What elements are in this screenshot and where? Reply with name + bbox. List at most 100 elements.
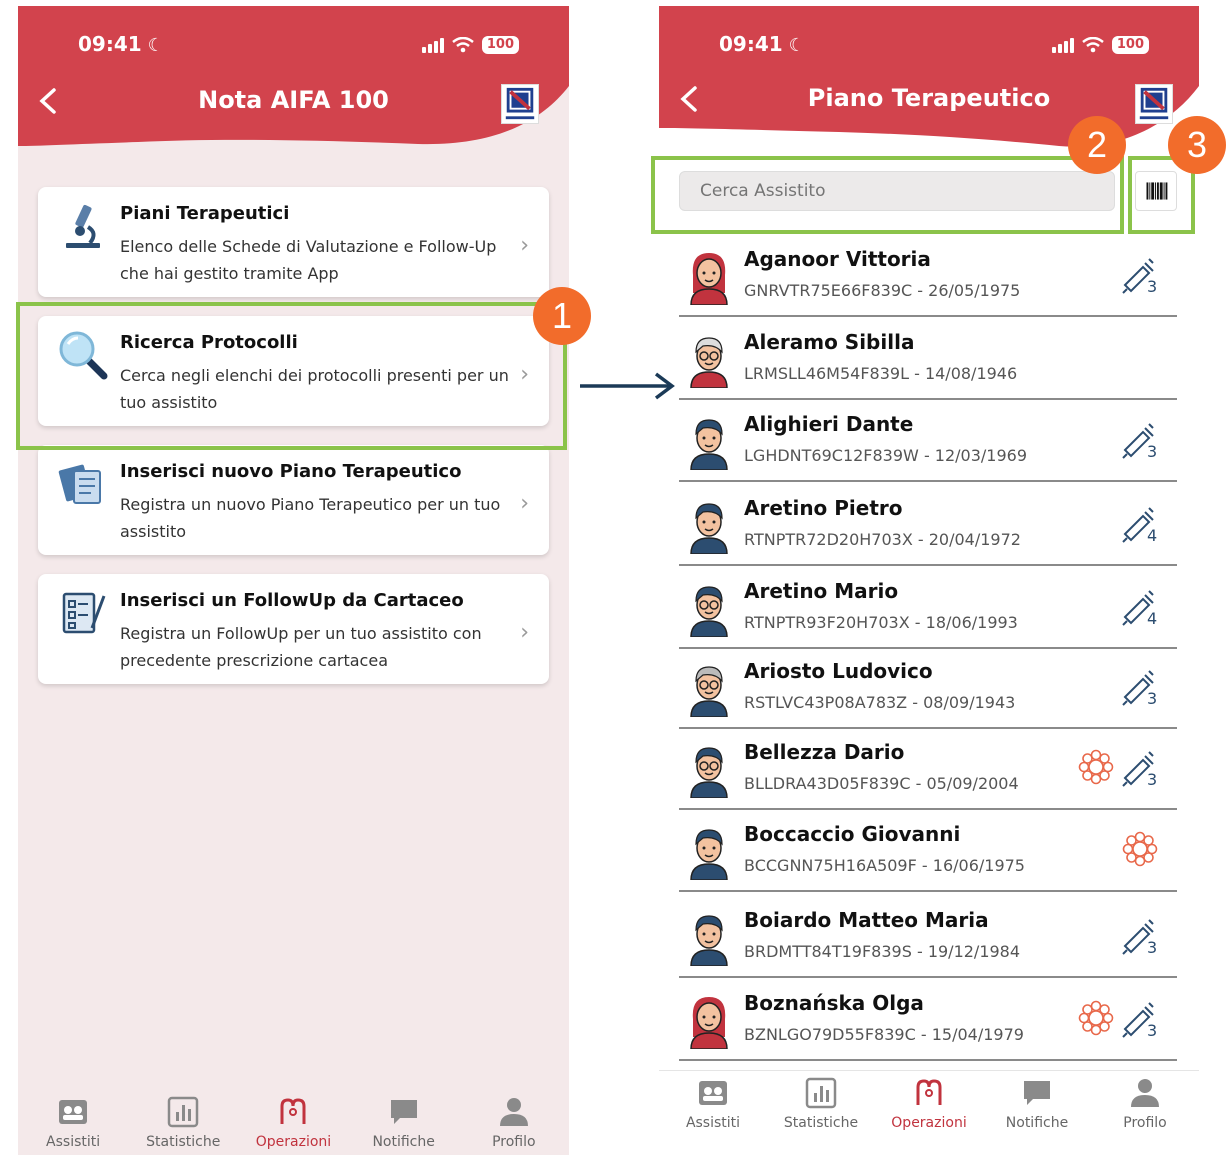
patient-name: Aretino Pietro <box>744 496 903 520</box>
patient-fiscal-code-birthdate: BRDMTT84T19F839S - 19/12/1984 <box>744 942 1021 961</box>
chevron-right-icon: › <box>520 620 529 645</box>
patient-name: Boiardo Matteo Maria <box>744 908 989 932</box>
dose-count: 4 <box>1147 609 1157 627</box>
checklist-icon <box>62 592 106 634</box>
patient-row[interactable]: Aleramo Sibilla LRMSLL46M54F839L - 14/08/… <box>679 324 1177 400</box>
patient-name: Aretino Mario <box>744 579 899 603</box>
patients-icon <box>699 1081 727 1105</box>
tab-statistiche[interactable]: Statistiche <box>128 1096 238 1150</box>
menu-nuovo-piano[interactable]: Inserisci nuovo Piano Terapeutico Regist… <box>38 445 549 555</box>
regione-logo <box>1135 84 1173 124</box>
patient-fiscal-code-birthdate: BCCGNN75H16A509F - 16/06/1975 <box>744 856 1025 875</box>
avatar-icon <box>690 337 728 388</box>
avatar-icon <box>690 503 728 554</box>
stethoscope-icon <box>916 1079 942 1105</box>
dose-count: 3 <box>1147 689 1157 707</box>
patient-name: Boccaccio Giovanni <box>744 822 961 846</box>
tab-operazioni[interactable]: Operazioni <box>875 1077 983 1131</box>
menu-piani-terapeutici[interactable]: Piani Terapeutici Elenco delle Schede di… <box>38 187 549 297</box>
syringe-dose-icon[interactable]: 4 <box>1121 504 1159 544</box>
status-bar: 09:41 ☾ 100 <box>18 32 569 62</box>
syringe-dose-icon[interactable]: 3 <box>1121 667 1159 707</box>
flow-arrow-icon <box>580 372 675 400</box>
menu-followup-cartaceo[interactable]: Inserisci un FollowUp da Cartaceo Regist… <box>38 574 549 684</box>
moon-icon: ☾ <box>147 35 164 56</box>
menu-title: Inserisci nuovo Piano Terapeutico <box>120 461 462 482</box>
avatar-icon <box>690 747 728 798</box>
syringe-dose-icon[interactable]: 3 <box>1121 255 1159 295</box>
dose-count: 4 <box>1147 526 1157 544</box>
phone-left: 09:41 ☾ 100 Nota AIFA 100 Piani Terapeuti <box>18 6 569 1155</box>
menu-title: Ricerca Protocolli <box>120 332 298 353</box>
tab-operazioni[interactable]: Operazioni <box>238 1096 348 1150</box>
dose-count: 3 <box>1147 938 1157 956</box>
documents-icon <box>58 464 101 504</box>
syringe-dose-icon[interactable]: 3 <box>1121 916 1159 956</box>
page: 09:41 ☾ 100 Nota AIFA 100 Piani Terapeuti <box>0 0 1230 1155</box>
patient-row[interactable]: Aganoor Vittoria GNRVTR75E66F839C - 26/05… <box>679 241 1177 317</box>
chat-bubble-icon <box>390 1100 417 1124</box>
page-title: Piano Terapeutico <box>807 84 1051 112</box>
patient-row[interactable]: Bellezza Dario BLLDRA43D05F839C - 05/09/2… <box>679 734 1177 810</box>
status-indicators: 100 <box>421 36 519 54</box>
avatar-icon <box>690 997 728 1049</box>
patient-row[interactable]: Boiardo Matteo Maria BRDMTT84T19F839S - 1… <box>679 902 1177 978</box>
avatar-icon <box>690 253 728 305</box>
patient-row[interactable]: Alighieri Dante LGHDNT69C12F839W - 12/03/… <box>679 406 1177 482</box>
patients-icon <box>59 1100 88 1124</box>
tab-notifiche[interactable]: Notifiche <box>349 1096 459 1150</box>
tab-profilo[interactable]: Profilo <box>459 1096 569 1150</box>
tab-profilo[interactable]: Profilo <box>1091 1077 1199 1131</box>
stethoscope-icon <box>280 1098 306 1124</box>
annotation-badge-2: 2 <box>1068 116 1126 174</box>
tab-bar: Assistiti Statistiche Operazioni Notific… <box>659 1070 1199 1131</box>
status-bar: 09:41 ☾ 100 <box>659 32 1199 62</box>
syringe-dose-icon[interactable]: 4 <box>1121 587 1159 627</box>
avatar-icon <box>690 666 728 717</box>
microscope-icon <box>66 204 100 248</box>
menu-ricerca-protocolli[interactable]: Ricerca Protocolli Cerca negli elenchi d… <box>38 316 549 426</box>
patient-row[interactable]: Boccaccio Giovanni BCCGNN75H16A509F - 16/… <box>679 816 1177 892</box>
patient-row[interactable]: Aretino Pietro RTNPTR72D20H703X - 20/04/1… <box>679 490 1177 566</box>
tab-notifiche[interactable]: Notifiche <box>983 1077 1091 1131</box>
chart-icon <box>805 1077 837 1109</box>
avatar-icon <box>690 419 728 470</box>
patient-fiscal-code-birthdate: BZNLGO79D55F839C - 15/04/1979 <box>744 1025 1024 1044</box>
chevron-right-icon: › <box>520 233 529 258</box>
patient-name: Bellezza Dario <box>744 740 905 764</box>
user-icon <box>1131 1079 1159 1107</box>
patient-fiscal-code-birthdate: RTNPTR93F20H703X - 18/06/1993 <box>744 613 1018 632</box>
patient-fiscal-code-birthdate: GNRVTR75E66F839C - 26/05/1975 <box>744 281 1021 300</box>
barcode-scan-button[interactable] <box>1135 171 1177 211</box>
virus-icon <box>1078 1000 1114 1036</box>
menu-description: Cerca negli elenchi dei protocolli prese… <box>120 366 509 412</box>
patient-row[interactable]: Boznańska Olga BZNLGO79D55F839C - 15/04/1… <box>679 985 1177 1061</box>
patient-fiscal-code-birthdate: LRMSLL46M54F839L - 14/08/1946 <box>744 364 1018 383</box>
menu-description: Registra un nuovo Piano Terapeutico per … <box>120 495 501 541</box>
regione-logo <box>501 84 539 124</box>
syringe-dose-icon[interactable]: 3 <box>1121 748 1159 788</box>
patient-fiscal-code-birthdate: LGHDNT69C12F839W - 12/03/1969 <box>744 446 1028 465</box>
tab-statistiche[interactable]: Statistiche <box>767 1077 875 1131</box>
virus-icon <box>1078 749 1114 785</box>
status-indicators: 100 <box>1051 36 1149 54</box>
battery-icon: 100 <box>481 36 519 54</box>
avatar-icon <box>690 586 728 637</box>
patient-row[interactable]: Ariosto Ludovico RSTLVC43P08A783Z - 08/09… <box>679 653 1177 729</box>
patient-name: Boznańska Olga <box>744 991 924 1015</box>
search-assistito-input[interactable] <box>679 171 1115 211</box>
wifi-icon <box>1082 37 1104 53</box>
syringe-dose-icon[interactable]: 3 <box>1121 420 1159 460</box>
avatar-icon <box>690 915 728 966</box>
syringe-dose-icon[interactable]: 3 <box>1121 999 1159 1039</box>
patient-name: Aganoor Vittoria <box>744 247 931 271</box>
wifi-icon <box>452 37 474 53</box>
battery-icon: 100 <box>1111 36 1149 54</box>
annotation-badge-3: 3 <box>1168 116 1226 174</box>
tab-assistiti[interactable]: Assistiti <box>18 1096 128 1150</box>
tab-assistiti[interactable]: Assistiti <box>659 1077 767 1131</box>
header-background <box>18 6 569 146</box>
status-time: 09:41 ☾ <box>78 32 164 56</box>
patient-row[interactable]: Aretino Mario RTNPTR93F20H703X - 18/06/19… <box>679 573 1177 649</box>
patient-fiscal-code-birthdate: RTNPTR72D20H703X - 20/04/1972 <box>744 530 1021 549</box>
